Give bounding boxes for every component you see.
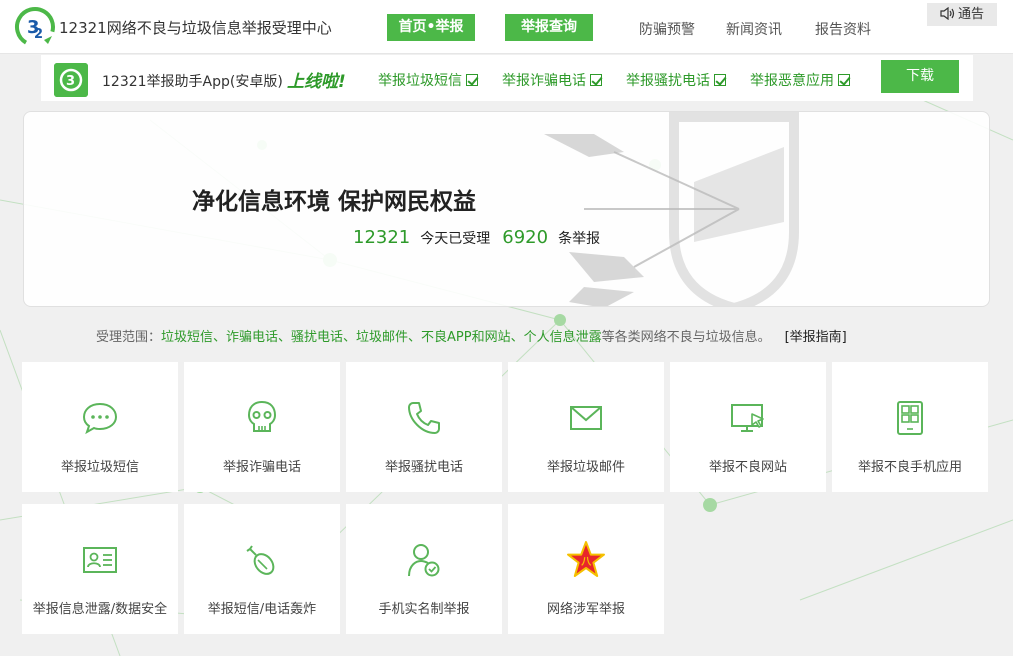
svg-text:八: 八 [580, 556, 592, 568]
army-star-icon: 八 [567, 541, 605, 577]
checkbox-icon [590, 74, 602, 86]
tile-label: 举报短信/电话轰炸 [207, 602, 317, 617]
notice-button[interactable]: 通告 [927, 3, 997, 26]
tile-label: 举报垃圾邮件 [546, 460, 625, 475]
sms-bubble-icon [82, 402, 118, 435]
tile-label: 举报诈骗电话 [222, 460, 301, 475]
bomb-icon [246, 545, 275, 575]
tile-label: 手机实名制举报 [378, 602, 470, 617]
checkbox-icon [838, 74, 850, 86]
nav-reports-link[interactable]: 报告资料 [815, 19, 871, 39]
monitor-cursor-icon [731, 404, 764, 432]
envelope-icon [570, 406, 602, 430]
hero-banner: 净化信息环境 保护网民权益 12321 今天已受理 6920 条举报 [23, 111, 990, 307]
tile-report-bad-mobile-app[interactable]: 举报不良手机应用 [832, 362, 988, 492]
tile-label: 举报骚扰电话 [384, 460, 463, 475]
hero-statistics: 12321 今天已受理 6920 条举报 [353, 227, 612, 248]
tile-label: 举报不良网站 [708, 460, 787, 475]
app-online-text: 上线啦! [287, 72, 346, 92]
site-title[interactable]: 12321网络不良与垃圾信息举报受理中心 [59, 17, 332, 38]
nav-news-link[interactable]: 新闻资讯 [726, 19, 782, 39]
tile-report-fraud-call[interactable]: 举报诈骗电话 [184, 362, 340, 492]
app-promo-bar: 3 12321举报助手App(安卓版) 上线啦! 举报垃圾短信 举报诈骗电话 举… [41, 55, 973, 101]
tile-label: 网络涉军举报 [546, 602, 625, 617]
accepted-label: 今天已受理 [420, 231, 491, 247]
download-button[interactable]: 下载 [881, 60, 959, 93]
id-card-icon [83, 547, 117, 573]
notice-label: 通告 [957, 7, 984, 22]
phone-icon [408, 402, 440, 434]
scope-prefix: 受理范围： [96, 330, 162, 345]
checkbox-icon [714, 74, 726, 86]
tile-label: 举报信息泄露/数据安全 [32, 602, 168, 617]
tile-report-spam-email[interactable]: 举报垃圾邮件 [508, 362, 664, 492]
checkbox-icon [466, 74, 478, 86]
nav-report-query-button[interactable]: 举报查询 [505, 14, 593, 41]
user-check-icon [408, 544, 440, 577]
top-header: 3 2 12321网络不良与垃圾信息举报受理中心 首页•举报 举报查询 防骗预警… [0, 0, 1013, 54]
app-feature-harass-call: 举报骚扰电话 [626, 70, 726, 90]
app-feature-sms: 举报垃圾短信 [378, 70, 478, 90]
app-feature-malicious-app: 举报恶意应用 [750, 70, 850, 90]
acceptance-scope: 受理范围：垃圾短信、诈骗电话、骚扰电话、垃圾邮件、不良APP和网站、个人信息泄露… [96, 326, 847, 345]
tile-label: 举报垃圾短信 [60, 460, 139, 475]
scope-items: 垃圾短信、诈骗电话、骚扰电话、垃圾邮件、不良APP和网站、个人信息泄露 [161, 330, 602, 345]
report-count: 6920 [502, 227, 549, 248]
speaker-icon [940, 6, 955, 21]
report-label: 条举报 [558, 231, 601, 247]
tile-report-sms-call-bombing[interactable]: 举报短信/电话轰炸 [184, 504, 340, 634]
accepted-count: 12321 [353, 227, 411, 248]
tile-label: 举报不良手机应用 [857, 460, 962, 475]
hero-slogan: 净化信息环境 保护网民权益 [191, 189, 476, 215]
app-feature-fraud-call: 举报诈骗电话 [502, 70, 602, 90]
svg-text:2: 2 [34, 27, 43, 42]
svg-text:3: 3 [66, 74, 75, 89]
site-logo-icon[interactable]: 3 2 [14, 6, 56, 48]
report-guide-link[interactable]: [举报指南] [785, 330, 847, 345]
app-promo-text: 12321举报助手App(安卓版) [102, 74, 283, 90]
tile-report-harass-call[interactable]: 举报骚扰电话 [346, 362, 502, 492]
nav-fraud-warning-link[interactable]: 防骗预警 [639, 19, 695, 39]
app-logo-icon: 3 [54, 63, 88, 97]
scope-suffix: 等各类网络不良与垃圾信息。 [601, 330, 771, 345]
mobile-apps-icon [897, 401, 923, 435]
skull-icon [247, 400, 277, 432]
nav-home-report-button[interactable]: 首页•举报 [387, 14, 475, 41]
tile-military-report[interactable]: 八 网络涉军举报 [508, 504, 664, 634]
tile-report-bad-website[interactable]: 举报不良网站 [670, 362, 826, 492]
tile-report-spam-sms[interactable]: 举报垃圾短信 [22, 362, 178, 492]
tile-real-name-report[interactable]: 手机实名制举报 [346, 504, 502, 634]
tile-report-info-leak[interactable]: 举报信息泄露/数据安全 [22, 504, 178, 634]
